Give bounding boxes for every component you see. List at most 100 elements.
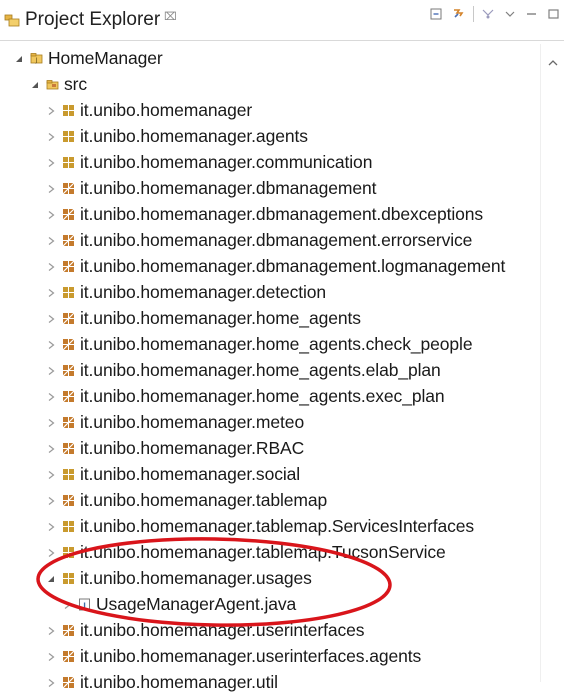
- package-icon: [62, 104, 75, 117]
- tree-collapsed-icon[interactable]: [46, 444, 56, 454]
- tree-collapsed-icon[interactable]: [46, 548, 56, 558]
- tree-collapsed-icon[interactable]: [46, 678, 56, 688]
- scroll-up-icon[interactable]: [548, 54, 558, 66]
- tree-collapsed-icon[interactable]: [62, 600, 72, 610]
- tree-collapsed-icon[interactable]: [46, 132, 56, 142]
- tree-collapsed-icon[interactable]: [46, 340, 56, 350]
- collapse-all-icon[interactable]: [429, 6, 445, 22]
- tree-package[interactable]: it.unibo.homemanager.userinterfaces.agen…: [46, 644, 421, 669]
- view-menu-icon[interactable]: [502, 6, 518, 22]
- tree-package[interactable]: it.unibo.homemanager.agents: [46, 124, 308, 149]
- tree-item-label: it.unibo.homemanager.dbmanagement.errors…: [80, 230, 473, 250]
- tree-package[interactable]: it.unibo.homemanager.dbmanagement: [46, 176, 376, 201]
- filter-icon[interactable]: [480, 6, 496, 22]
- close-view-icon[interactable]: ⌧: [164, 10, 177, 23]
- package-alt-icon: [62, 416, 75, 429]
- tree-package-usages[interactable]: it.unibo.homemanager.usages: [46, 566, 312, 591]
- tree-package[interactable]: it.unibo.homemanager.dbmanagement.dbexce…: [46, 202, 483, 227]
- tree-folder-src[interactable]: src: [30, 72, 87, 97]
- minimize-icon[interactable]: [524, 6, 540, 22]
- tree-collapsed-icon[interactable]: [46, 496, 56, 506]
- link-with-editor-icon[interactable]: [451, 6, 467, 22]
- tree-package[interactable]: it.unibo.homemanager.home_agents.exec_pl…: [46, 384, 445, 409]
- tree-item-label: it.unibo.homemanager.home_agents.exec_pl…: [80, 386, 445, 406]
- tree-collapsed-icon[interactable]: [46, 366, 56, 376]
- tree-collapsed-icon[interactable]: [46, 262, 56, 272]
- package-alt-icon: [62, 494, 75, 507]
- package-alt-icon: [62, 676, 75, 689]
- tree-collapsed-icon[interactable]: [46, 314, 56, 324]
- tree-package[interactable]: it.unibo.homemanager.userinterfaces: [46, 618, 365, 643]
- tree-file-usagemanageragent[interactable]: J UsageManagerAgent.java: [62, 592, 296, 617]
- tree-item-label: it.unibo.homemanager.dbmanagement.dbexce…: [80, 204, 484, 224]
- package-alt-icon: [62, 208, 75, 221]
- tree-item-label: it.unibo.homemanager.usages: [80, 568, 312, 588]
- tree-package[interactable]: it.unibo.homemanager: [46, 98, 252, 123]
- tree-package[interactable]: it.unibo.homemanager.util: [46, 670, 278, 695]
- toolbar-separator: [473, 6, 474, 22]
- package-icon: [62, 156, 75, 169]
- maximize-icon[interactable]: [546, 6, 562, 22]
- tree-package[interactable]: it.unibo.homemanager.RBAC: [46, 436, 304, 461]
- tree-package[interactable]: it.unibo.homemanager.communication: [46, 150, 372, 175]
- tree-collapsed-icon[interactable]: [46, 652, 56, 662]
- tree-collapsed-icon[interactable]: [46, 210, 56, 220]
- tree-project-homemanager[interactable]: J HomeManager: [14, 46, 163, 71]
- tree-collapsed-icon[interactable]: [46, 522, 56, 532]
- tree-collapsed-icon[interactable]: [46, 184, 56, 194]
- tree-expanded-icon[interactable]: [14, 54, 24, 64]
- tree-item-label: it.unibo.homemanager.home_agents.check_p…: [80, 334, 473, 354]
- project-explorer-icon: [4, 12, 20, 28]
- tree-package[interactable]: it.unibo.homemanager.tablemap.ServicesIn…: [46, 514, 474, 539]
- tree-collapsed-icon[interactable]: [46, 288, 56, 298]
- tree-item-label: it.unibo.homemanager.meteo: [80, 412, 305, 432]
- package-alt-icon: [62, 312, 75, 325]
- package-alt-icon: [62, 650, 75, 663]
- tree-collapsed-icon[interactable]: [46, 236, 56, 246]
- package-icon: [62, 286, 75, 299]
- package-icon: [62, 520, 75, 533]
- package-alt-icon: [62, 364, 75, 377]
- java-file-icon: J: [78, 598, 91, 611]
- package-alt-icon: [62, 624, 75, 637]
- tree-item-label: it.unibo.homemanager.home_agents: [80, 308, 361, 328]
- tree-collapsed-icon[interactable]: [46, 392, 56, 402]
- tree-item-label: it.unibo.homemanager.communication: [80, 152, 373, 172]
- tree-item-label: it.unibo.homemanager.userinterfaces.agen…: [80, 646, 422, 666]
- tree-package[interactable]: it.unibo.homemanager.detection: [46, 280, 326, 305]
- tree-package[interactable]: it.unibo.homemanager.home_agents: [46, 306, 361, 331]
- tree-item-label: src: [64, 74, 88, 94]
- tree-collapsed-icon[interactable]: [46, 626, 56, 636]
- tree-package[interactable]: it.unibo.homemanager.meteo: [46, 410, 304, 435]
- tree-collapsed-icon[interactable]: [46, 106, 56, 116]
- project-tree: J HomeManager src it.unibo.homemanager i…: [0, 44, 540, 692]
- tree-item-label: it.unibo.homemanager.dbmanagement.logman…: [80, 256, 506, 276]
- tree-item-label: it.unibo.homemanager.social: [80, 464, 301, 484]
- tree-item-label: it.unibo.homemanager.dbmanagement: [80, 178, 377, 198]
- package-icon: [62, 572, 75, 585]
- tree-package[interactable]: it.unibo.homemanager.tablemap: [46, 488, 327, 513]
- tree-item-label: it.unibo.homemanager: [80, 100, 253, 120]
- tree-package[interactable]: it.unibo.homemanager.home_agents.elab_pl…: [46, 358, 441, 383]
- tree-item-label: it.unibo.homemanager.detection: [80, 282, 327, 302]
- tree-item-label: UsageManagerAgent.java: [96, 594, 297, 614]
- package-alt-icon: [62, 234, 75, 247]
- tree-item-label: it.unibo.homemanager.tablemap.TucsonServ…: [80, 542, 446, 562]
- svg-text:J: J: [35, 57, 38, 64]
- tree-collapsed-icon[interactable]: [46, 418, 56, 428]
- vertical-scrollbar[interactable]: [540, 44, 564, 682]
- tree-item-label: it.unibo.homemanager.tablemap.ServicesIn…: [80, 516, 475, 536]
- tree-collapsed-icon[interactable]: [46, 470, 56, 480]
- tree-package[interactable]: it.unibo.homemanager.dbmanagement.errors…: [46, 228, 472, 253]
- tree-item-label: it.unibo.homemanager.agents: [80, 126, 308, 146]
- tree-package[interactable]: it.unibo.homemanager.tablemap.TucsonServ…: [46, 540, 446, 565]
- tree-expanded-icon[interactable]: [30, 80, 40, 90]
- tree-package[interactable]: it.unibo.homemanager.social: [46, 462, 300, 487]
- tree-package[interactable]: it.unibo.homemanager.dbmanagement.logman…: [46, 254, 505, 279]
- tree-collapsed-icon[interactable]: [46, 158, 56, 168]
- tree-expanded-icon[interactable]: [46, 574, 56, 584]
- package-icon: [62, 546, 75, 559]
- tree-item-label: it.unibo.homemanager.home_agents.elab_pl…: [80, 360, 441, 380]
- project-explorer-tab[interactable]: Project Explorer ⌧: [0, 0, 177, 40]
- tree-package[interactable]: it.unibo.homemanager.home_agents.check_p…: [46, 332, 473, 357]
